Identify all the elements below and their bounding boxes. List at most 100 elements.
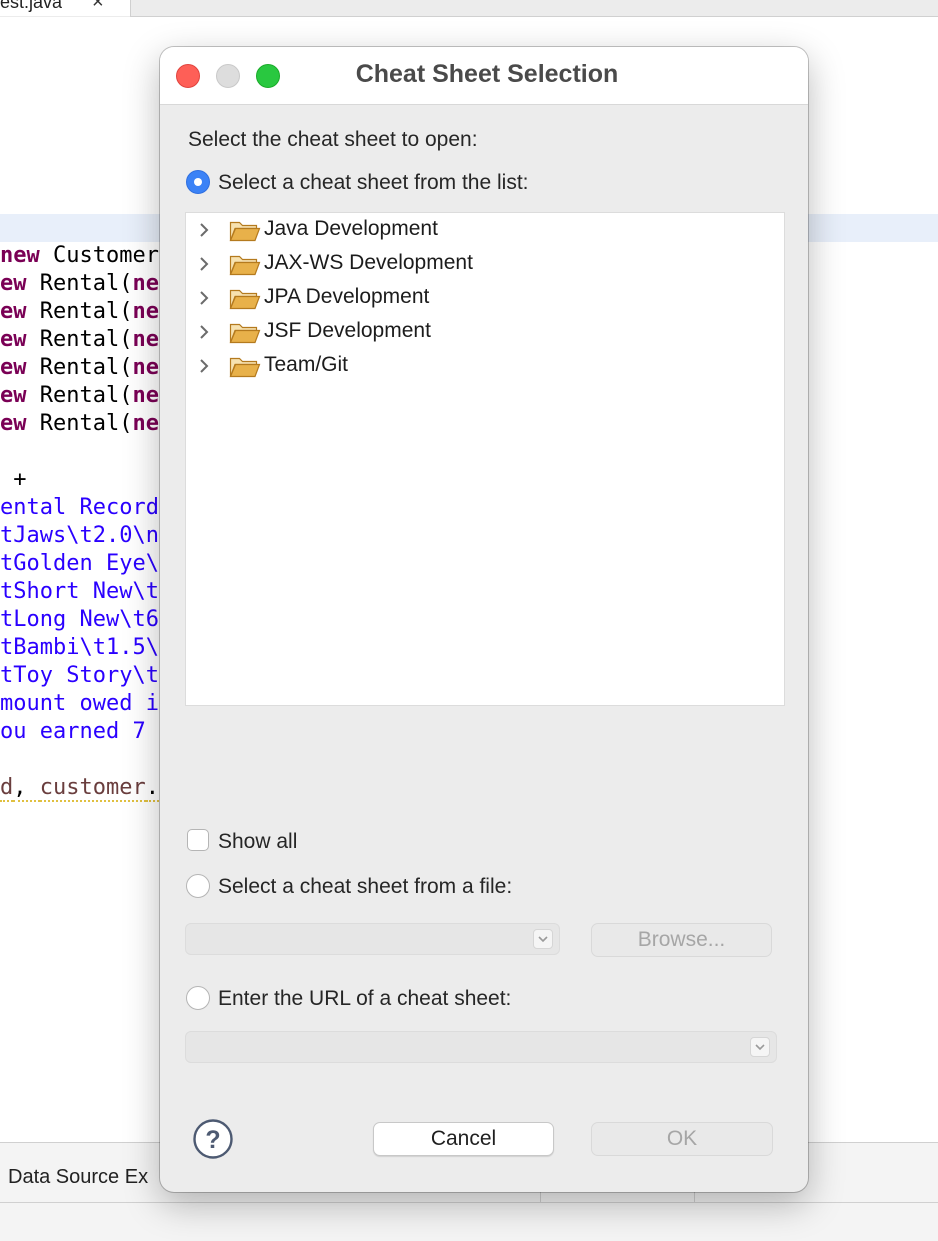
code-token: ew bbox=[0, 411, 27, 436]
code-line: tShort New\t bbox=[0, 578, 159, 606]
folder-icon bbox=[229, 357, 261, 378]
code-token: Rental( bbox=[26, 327, 133, 352]
code-token: Rental( bbox=[26, 299, 133, 324]
prompt-label: Select the cheat sheet to open: bbox=[188, 128, 478, 151]
editor-tab[interactable]: est.java × bbox=[0, 0, 131, 16]
code-token: ne bbox=[132, 271, 159, 296]
file-option-radio[interactable] bbox=[186, 874, 210, 898]
code-token: Rental( bbox=[26, 355, 133, 380]
code-line: ew Rental(ne bbox=[0, 326, 159, 354]
list-option-radio[interactable] bbox=[186, 170, 210, 194]
code-token: tJaws\t2.0\n bbox=[0, 523, 159, 548]
code-token: ou earned 7 bbox=[0, 719, 159, 744]
tree-item-label: Java Development bbox=[264, 217, 438, 240]
code-line: + bbox=[0, 466, 27, 494]
ok-button[interactable]: OK bbox=[591, 1122, 773, 1156]
tab-divider bbox=[130, 16, 938, 17]
chevron-right-icon[interactable] bbox=[197, 324, 211, 340]
tree-item-label: JPA Development bbox=[264, 285, 430, 308]
code-line: tBambi\t1.5\ bbox=[0, 634, 159, 662]
code-token: ne bbox=[132, 383, 159, 408]
chevron-down-icon[interactable] bbox=[750, 1037, 770, 1057]
editor-tab-label: est.java bbox=[0, 0, 63, 12]
chevron-right-icon[interactable] bbox=[197, 222, 211, 238]
code-token: ne bbox=[132, 327, 159, 352]
code-token: . bbox=[145, 775, 159, 802]
code-token: ew bbox=[0, 299, 27, 324]
code-token: ne bbox=[132, 411, 159, 436]
code-token: tLong New\t6 bbox=[0, 607, 159, 632]
code-token: Rental( bbox=[26, 271, 133, 296]
chevron-right-icon[interactable] bbox=[197, 256, 211, 272]
chevron-right-icon[interactable] bbox=[197, 358, 211, 374]
tree-item-label: JSF Development bbox=[264, 319, 431, 342]
code-line: mount owed i bbox=[0, 690, 159, 718]
code-line: ew Rental(ne bbox=[0, 270, 159, 298]
code-token: mount owed i bbox=[0, 691, 159, 716]
dialog-title-text: Cheat Sheet Selection bbox=[355, 60, 619, 88]
code-token: ew bbox=[0, 327, 27, 352]
code-line: ou earned 7 bbox=[0, 718, 159, 746]
code-token: customer bbox=[39, 775, 146, 802]
folder-icon bbox=[229, 323, 261, 344]
tree-item-label: JAX-WS Development bbox=[264, 251, 473, 274]
tree-item-label: Team/Git bbox=[264, 353, 349, 376]
code-token: + bbox=[0, 467, 27, 492]
code-token: tBambi\t1.5\ bbox=[0, 635, 159, 660]
chevron-down-icon[interactable] bbox=[533, 929, 553, 949]
dialog-titlebar: Cheat Sheet Selection bbox=[160, 47, 808, 105]
data-source-explorer-tab[interactable]: Data Source Ex bbox=[8, 1166, 148, 1189]
code-line: ental Record bbox=[0, 494, 159, 522]
svg-text:?: ? bbox=[205, 1126, 220, 1154]
code-token: d bbox=[0, 775, 14, 802]
code-token: Rental( bbox=[26, 411, 133, 436]
tree-item[interactable]: Java Development bbox=[186, 213, 782, 247]
folder-icon bbox=[229, 289, 261, 310]
code-token: ental Record bbox=[0, 495, 159, 520]
file-option-label[interactable]: Select a cheat sheet from a file: bbox=[218, 875, 512, 899]
dialog-title: Cheat Sheet Selection bbox=[160, 60, 808, 89]
tree-item[interactable]: JAX-WS Development bbox=[186, 247, 782, 281]
code-token: ew bbox=[0, 383, 27, 408]
browse-button[interactable]: Browse... bbox=[591, 923, 772, 957]
code-line: tLong New\t6 bbox=[0, 606, 159, 634]
list-option-label[interactable]: Select a cheat sheet from the list: bbox=[218, 171, 529, 195]
code-token: , bbox=[13, 775, 40, 802]
cheat-sheet-tree[interactable]: Java Development JAX-WS Development JPA De… bbox=[185, 212, 785, 706]
tree-item[interactable]: JSF Development bbox=[186, 315, 782, 349]
url-combo[interactable] bbox=[185, 1031, 777, 1063]
code-line: ew Rental(ne bbox=[0, 382, 159, 410]
cheat-sheet-dialog: Cheat Sheet Selection Select the cheat s… bbox=[160, 47, 808, 1192]
code-token: Customer bbox=[39, 243, 159, 268]
code-line: tGolden Eye\ bbox=[0, 550, 159, 578]
help-icon[interactable]: ? bbox=[193, 1119, 233, 1159]
folder-icon bbox=[229, 255, 261, 276]
code-line: new Customer bbox=[0, 242, 159, 270]
show-all-label[interactable]: Show all bbox=[218, 830, 297, 854]
cancel-button[interactable]: Cancel bbox=[373, 1122, 554, 1156]
code-token: tGolden Eye\ bbox=[0, 551, 159, 576]
code-line: tToy Story\t bbox=[0, 662, 159, 690]
code-token: ne bbox=[132, 299, 159, 324]
code-token: ew bbox=[0, 271, 27, 296]
code-token: tShort New\t bbox=[0, 579, 159, 604]
code-line: ew Rental(ne bbox=[0, 354, 159, 382]
code-line: tJaws\t2.0\n bbox=[0, 522, 159, 550]
url-option-label[interactable]: Enter the URL of a cheat sheet: bbox=[218, 987, 511, 1011]
editor-tab-bar bbox=[0, 0, 938, 17]
code-line: d, customer. bbox=[0, 774, 159, 802]
tab-close-icon[interactable]: × bbox=[92, 0, 104, 14]
code-line: ew Rental(ne bbox=[0, 298, 159, 326]
chevron-right-icon[interactable] bbox=[197, 290, 211, 306]
file-combo[interactable] bbox=[185, 923, 560, 955]
show-all-checkbox[interactable] bbox=[187, 829, 209, 851]
url-option-radio[interactable] bbox=[186, 986, 210, 1010]
tree-item[interactable]: Team/Git bbox=[186, 349, 782, 383]
code-token: Rental( bbox=[26, 383, 133, 408]
tree-item[interactable]: JPA Development bbox=[186, 281, 782, 315]
code-line: ew Rental(ne bbox=[0, 410, 159, 438]
code-token: ew bbox=[0, 355, 27, 380]
code-token: ne bbox=[132, 355, 159, 380]
code-token: tToy Story\t bbox=[0, 663, 159, 688]
folder-icon bbox=[229, 221, 261, 242]
